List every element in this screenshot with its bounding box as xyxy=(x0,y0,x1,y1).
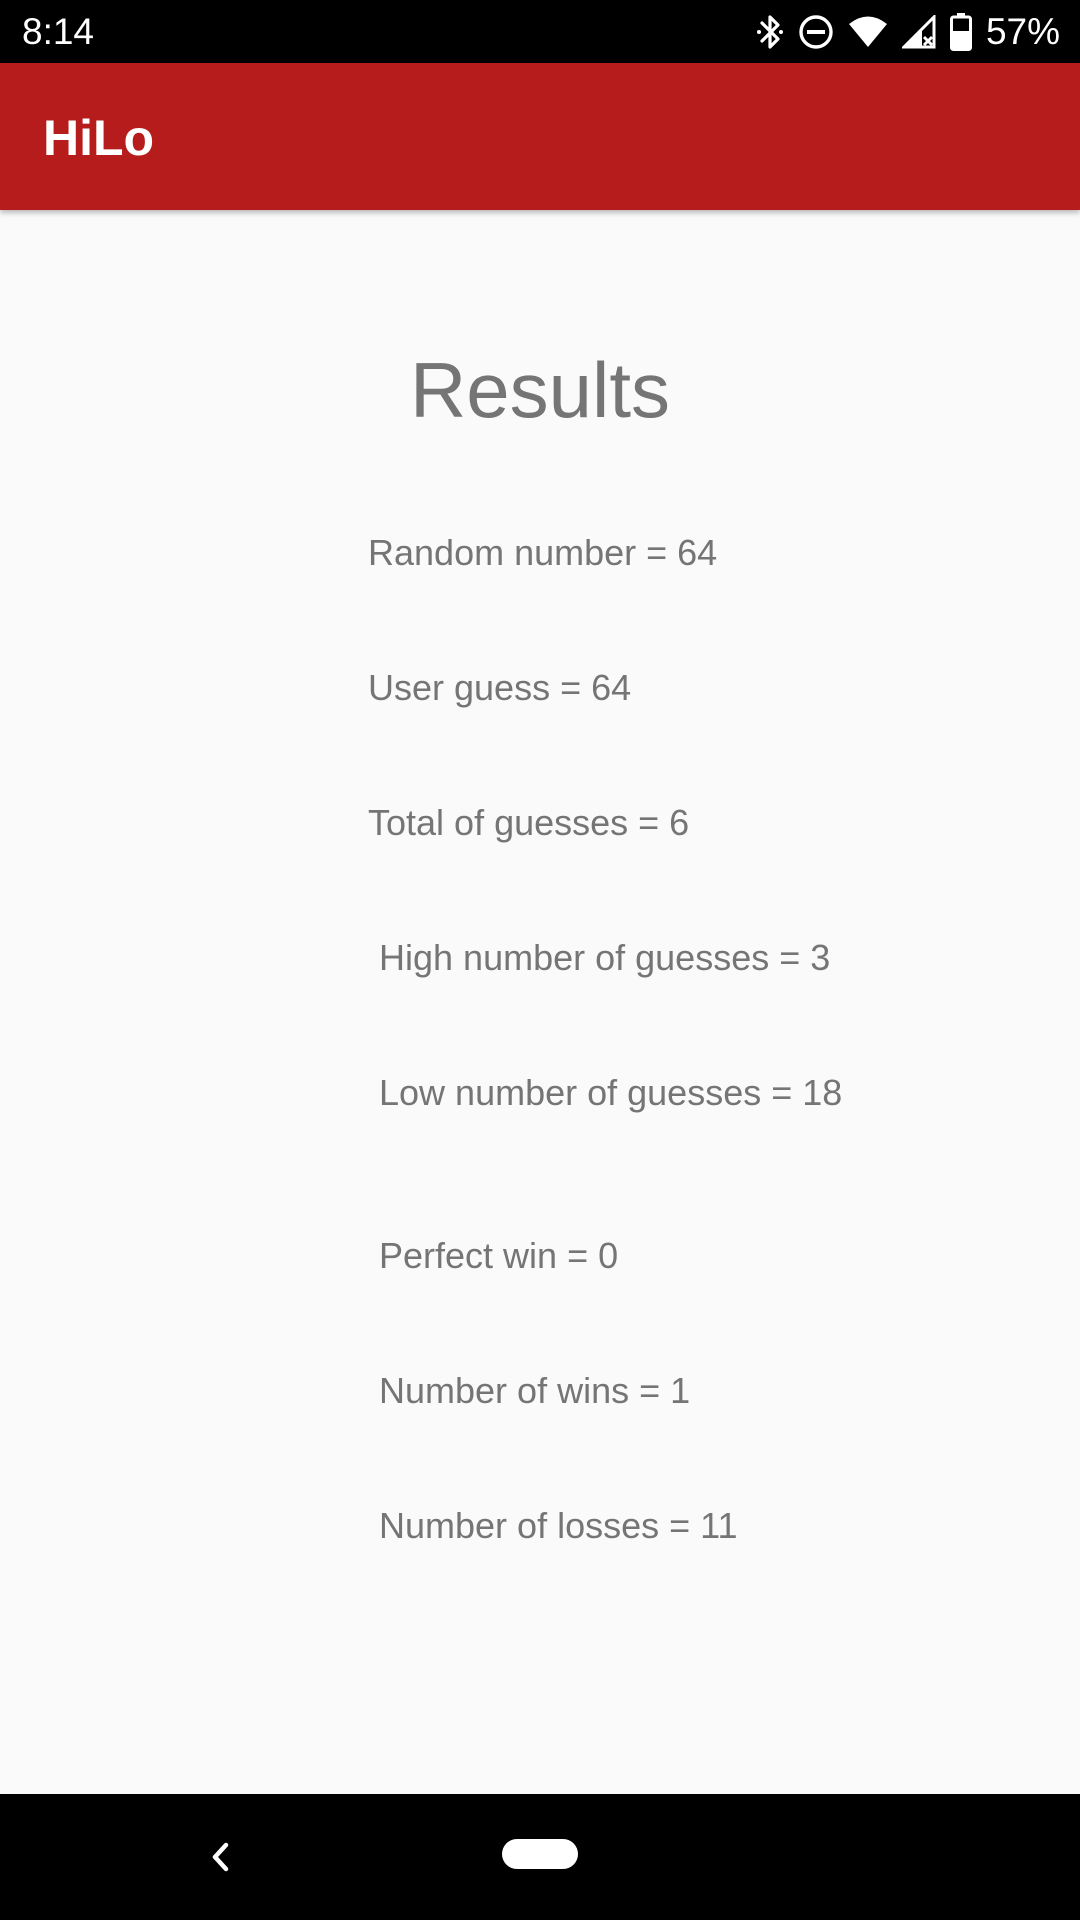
bluetooth-icon xyxy=(756,13,784,51)
low-guesses-text: Low number of guesses = 18 xyxy=(379,1072,843,1113)
total-guesses-text: Total of guesses = 6 xyxy=(368,802,690,843)
app-title: HiLo xyxy=(43,110,155,166)
back-icon[interactable] xyxy=(206,1836,236,1878)
cell-signal-icon xyxy=(901,14,936,49)
user-guess-text: User guess = 64 xyxy=(368,667,632,708)
random-number-text: Random number = 64 xyxy=(368,532,718,573)
app-bar: HiLo xyxy=(0,63,1080,210)
wifi-icon xyxy=(848,15,888,49)
status-time: 8:14 xyxy=(22,11,95,52)
status-bar: 8:14 57% xyxy=(0,0,1080,63)
results-screen: 8:14 57% HiLo Results Random number = 64… xyxy=(0,0,1080,1920)
perfect-win-text: Perfect win = 0 xyxy=(379,1235,619,1276)
navigation-bar xyxy=(0,1794,1080,1920)
battery-icon xyxy=(949,12,972,51)
battery-percent: 57% xyxy=(985,11,1060,52)
do-not-disturb-icon xyxy=(798,14,834,50)
high-guesses-text: High number of guesses = 3 xyxy=(379,937,831,978)
home-pill-icon[interactable] xyxy=(502,1839,578,1869)
wins-text: Number of wins = 1 xyxy=(379,1370,691,1411)
status-icons: 57% xyxy=(756,9,1060,54)
results-title: Results xyxy=(409,346,671,434)
losses-text: Number of losses = 11 xyxy=(379,1505,738,1546)
